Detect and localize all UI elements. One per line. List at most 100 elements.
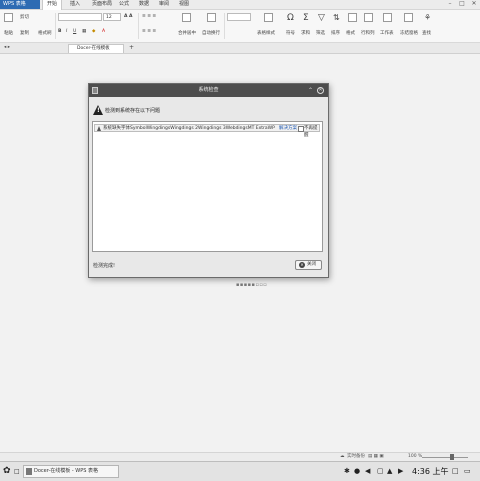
warning-icon xyxy=(97,126,101,131)
maximize-icon[interactable]: □ xyxy=(459,1,465,7)
network-icon[interactable]: ▢ xyxy=(377,467,384,476)
paste-icon[interactable] xyxy=(4,13,13,22)
start-menu-icon[interactable]: ✿ xyxy=(3,466,13,476)
dialog-heading: 检测到系统存在以下问题 xyxy=(105,108,161,114)
sort-icon[interactable]: ⇅ xyxy=(333,13,340,22)
border-icon[interactable]: ▦ xyxy=(82,29,86,34)
wifi-icon[interactable]: ▲ xyxy=(387,467,392,476)
sum-icon[interactable]: Σ xyxy=(303,13,309,23)
table-style-icon[interactable] xyxy=(264,13,273,22)
paste-button[interactable]: 粘贴 xyxy=(4,30,13,36)
volume-icon[interactable]: ◀ xyxy=(365,467,370,476)
tab-view[interactable]: 视图 xyxy=(175,0,193,9)
tab-home[interactable]: 开始 xyxy=(42,0,63,10)
taskbar-item-label: Docer-在线模板 - WPS 表格 xyxy=(34,468,98,474)
dialog-title-bar[interactable]: 系统检查 ⌃ ✕ xyxy=(89,84,328,97)
filter-button[interactable]: 筛选 xyxy=(316,30,325,36)
filter-icon[interactable]: ▽ xyxy=(318,13,325,23)
format-icon[interactable] xyxy=(348,13,357,22)
wrap-text-button[interactable]: 自动换行 xyxy=(202,30,220,36)
number-format-select[interactable] xyxy=(227,13,251,21)
table-style-button[interactable]: 表格样式 xyxy=(257,30,275,36)
status-bar: ☁ 实时备份 ▤ ▦ ▣ 100 % xyxy=(0,452,480,461)
divider xyxy=(224,13,225,39)
speaker-icon[interactable]: ▶ xyxy=(398,467,403,476)
notification-icon[interactable]: ● xyxy=(354,467,360,476)
row-col-icon[interactable] xyxy=(364,13,373,22)
align-left-icon[interactable]: ≡ ≡ ≡ xyxy=(142,29,156,34)
find-icon[interactable]: ⚘ xyxy=(424,13,431,22)
tab-docer-templates[interactable]: Docer-在线模板 xyxy=(68,44,124,53)
new-tab-button[interactable]: + xyxy=(129,44,134,51)
font-grow-icon[interactable]: A A xyxy=(124,14,133,19)
dont-remind-label[interactable]: 不再提醒 xyxy=(304,125,319,139)
row-col-button[interactable]: 行和列 xyxy=(361,30,375,36)
zoom-level[interactable]: 100 % xyxy=(408,453,422,461)
issue-list: 系统缺失字体SymbolWingdingsWingdings 2Wingding… xyxy=(92,121,323,252)
window-icon[interactable]: □ xyxy=(452,467,459,476)
tab-formula[interactable]: 公式 xyxy=(115,0,133,9)
wps-icon xyxy=(26,468,32,475)
merge-center-button[interactable]: 合并居中 xyxy=(178,30,196,36)
list-item: 系统缺失字体SymbolWingdingsWingdings 2Wingding… xyxy=(94,124,320,138)
format-painter-button[interactable]: 格式刷 xyxy=(38,30,52,36)
format-button[interactable]: 格式 xyxy=(346,30,355,36)
solution-link[interactable]: 解决方案 xyxy=(279,125,297,132)
doc-tab-label: Docer-在线模板 xyxy=(77,46,110,51)
app-menu-button[interactable]: WPS 表格 xyxy=(0,0,40,9)
document-tab-bar: ◂ ▸ Docer-在线模板 + xyxy=(0,43,480,54)
minimize-icon[interactable]: – xyxy=(447,1,453,7)
desktop-icon[interactable]: □ xyxy=(14,467,20,476)
clock[interactable]: 4:36 上午 xyxy=(412,465,449,478)
tab-review[interactable]: 审阅 xyxy=(155,0,173,9)
dialog-title: 系统检查 xyxy=(198,87,219,93)
symbol-button[interactable]: 符号 xyxy=(286,30,295,36)
find-button[interactable]: 查找 xyxy=(422,30,431,36)
dialog-close-icon[interactable]: ✕ xyxy=(317,87,324,94)
collapse-icon[interactable]: ⌃ xyxy=(307,87,314,94)
freeze-pane-button[interactable]: 冻结窗格 xyxy=(400,30,418,36)
align-top-icon[interactable]: ≡ ≡ ≡ xyxy=(142,14,156,19)
merge-center-icon[interactable] xyxy=(182,13,191,22)
font-color-icon[interactable]: A xyxy=(102,29,105,34)
close-button[interactable]: ✕ 关闭 xyxy=(295,260,322,270)
sum-button[interactable]: 求和 xyxy=(301,30,310,36)
backup-status[interactable]: 实时备份 xyxy=(347,453,365,461)
taskbar-item-wps[interactable]: Docer-在线模板 - WPS 表格 xyxy=(23,465,119,478)
freeze-pane-icon[interactable] xyxy=(404,13,413,22)
bold-button[interactable]: B xyxy=(58,29,61,34)
taskbar: ✿ □ Docer-在线模板 - WPS 表格 ✱ ● ◀ ▢ ▲ ▶ 4:36… xyxy=(0,461,480,481)
page-indicator: ▪▪▪▪▪▫▫▫ xyxy=(236,282,268,288)
tab-data[interactable]: 数据 xyxy=(135,0,153,9)
fill-color-icon[interactable]: ◆ xyxy=(92,29,95,34)
show-desktop-icon[interactable]: ▭ xyxy=(464,467,471,476)
system-check-dialog: 系统检查 ⌃ ✕ ! 检测到系统存在以下问题 系统缺失字体SymbolWingd… xyxy=(88,83,329,278)
ribbon-tab-bar: WPS 表格 开始 插入 页面布局 公式 数据 审阅 视图 – □ ✕ xyxy=(0,0,480,10)
close-circle-icon: ✕ xyxy=(299,262,305,268)
close-button-label: 关闭 xyxy=(307,262,316,267)
cut-button[interactable]: 剪切 xyxy=(20,14,29,20)
app-icon xyxy=(92,87,98,94)
symbol-icon[interactable]: Ω xyxy=(287,13,294,23)
italic-button[interactable]: I xyxy=(66,29,67,34)
close-icon[interactable]: ✕ xyxy=(471,1,477,7)
zoom-slider[interactable] xyxy=(422,457,468,458)
check-status: 检测完成! xyxy=(93,263,116,269)
underline-button[interactable]: U xyxy=(73,29,76,34)
worksheet-icon[interactable] xyxy=(383,13,392,22)
tab-nav-icon[interactable]: ◂ ▸ xyxy=(4,45,10,50)
bluetooth-icon[interactable]: ✱ xyxy=(344,467,350,476)
zoom-slider-handle[interactable] xyxy=(450,454,454,460)
issue-description: 系统缺失字体SymbolWingdingsWingdings 2Wingding… xyxy=(103,126,275,131)
wrap-text-icon[interactable] xyxy=(207,13,216,22)
font-family-select[interactable] xyxy=(58,13,102,21)
copy-button[interactable]: 复制 xyxy=(20,30,29,36)
font-size-select[interactable]: 12 xyxy=(103,13,121,21)
sort-button[interactable]: 排序 xyxy=(331,30,340,36)
tab-insert[interactable]: 插入 xyxy=(66,0,84,9)
view-mode-icons[interactable]: ▤ ▦ ▣ xyxy=(368,453,384,461)
tab-page-layout[interactable]: 页面布局 xyxy=(88,0,116,9)
cloud-icon: ☁ xyxy=(340,454,345,459)
worksheet-button[interactable]: 工作表 xyxy=(380,30,394,36)
warning-icon: ! xyxy=(93,105,103,115)
